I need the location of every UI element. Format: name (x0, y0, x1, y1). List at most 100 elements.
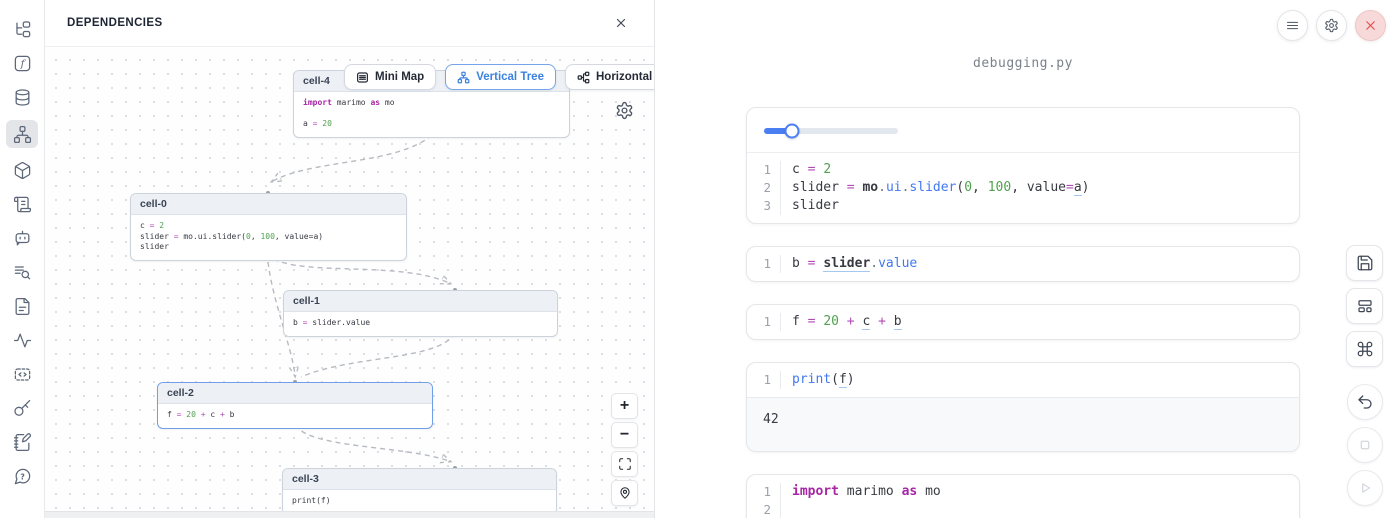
code-line: 2 (747, 501, 1299, 518)
dependencies-icon[interactable] (6, 120, 38, 148)
code-line: 3slider (747, 197, 1299, 215)
zoom-out-button[interactable]: − (611, 422, 638, 448)
gear-icon (1324, 18, 1339, 33)
code-editor[interactable]: 1f = 20 + c + b (747, 305, 1299, 339)
graph-node-code: f = 20 + c + b (158, 404, 432, 428)
undo-button[interactable] (1347, 384, 1383, 420)
code-line: 1print(f) (747, 371, 1299, 389)
save-button[interactable] (1346, 245, 1383, 281)
snippets-icon[interactable] (6, 363, 38, 386)
packages-icon[interactable] (6, 159, 38, 182)
layout-button[interactable] (1346, 288, 1383, 324)
stop-icon (1356, 436, 1374, 454)
file-tree-icon[interactable] (6, 18, 38, 41)
run-button[interactable] (1347, 470, 1383, 506)
keyboard-shortcuts-button[interactable] (1346, 331, 1383, 367)
scroll-icon[interactable] (6, 193, 38, 216)
graph-node-code: b = slider.value (284, 312, 557, 336)
activity-sidebar: f ? (0, 0, 45, 518)
secrets-icon[interactable] (6, 397, 38, 420)
functions-icon[interactable]: f (6, 52, 38, 75)
graph-node-title: cell-0 (131, 194, 406, 215)
vertical-tree-icon (457, 71, 470, 84)
close-panel-button[interactable] (610, 12, 632, 34)
help-icon[interactable]: ? (6, 465, 38, 488)
ai-chat-icon[interactable] (6, 227, 38, 250)
marimo-app: f ? DEPENDENCIES cell-4import (0, 0, 1400, 518)
line-number: 3 (747, 197, 781, 215)
dependency-graph-canvas[interactable]: cell-4import marimo as mo a = 20cell-0c … (45, 47, 654, 511)
close-icon (614, 16, 628, 30)
line-number: 2 (747, 179, 781, 197)
cell-b: 1b = slider.value (746, 246, 1300, 282)
svg-text:f: f (19, 58, 26, 70)
mini-map-button[interactable]: Mini Map (344, 64, 436, 90)
code-line: 1b = slider.value (747, 255, 1299, 273)
graph-node-cell-2[interactable]: cell-2f = 20 + c + b (157, 382, 433, 429)
code-editor[interactable]: 1import marimo as mo2 (747, 475, 1299, 518)
play-icon (1356, 479, 1374, 497)
datasources-icon[interactable] (6, 86, 38, 109)
graph-settings-button[interactable] (615, 101, 635, 121)
vertical-tree-button[interactable]: Vertical Tree (445, 64, 556, 90)
code-text (781, 501, 800, 518)
scratchpad-icon[interactable] (6, 431, 38, 454)
map-pin-icon (618, 486, 632, 500)
slider-handle[interactable] (785, 124, 800, 139)
command-icon (1356, 340, 1374, 358)
zoom-controls: + − (611, 393, 638, 506)
notebook-menu-button[interactable] (1277, 10, 1308, 41)
edge-cell-1-to-cell-2 (301, 333, 455, 377)
tracing-icon[interactable] (6, 329, 38, 352)
horizontal-tree-icon (577, 71, 590, 84)
menu-icon (1285, 18, 1300, 33)
logs-icon[interactable] (6, 261, 38, 284)
notebook-cells: 1c = 22slider = mo.ui.slider(0, 100, val… (746, 107, 1300, 518)
zoom-in-button[interactable]: + (611, 393, 638, 419)
layout-icon (1356, 297, 1374, 315)
line-number: 1 (747, 255, 781, 273)
documentation-icon[interactable] (6, 295, 38, 318)
cell-slider: 1c = 22slider = mo.ui.slider(0, 100, val… (746, 107, 1300, 224)
notebook-side-actions (1346, 245, 1383, 506)
code-line: 2slider = mo.ui.slider(0, 100, value=a) (747, 179, 1299, 197)
center-node-button[interactable] (611, 480, 638, 506)
code-text: slider = mo.ui.slider(0, 100, value=a) (781, 179, 1089, 197)
edge-cell-4-to-cell-0 (273, 135, 432, 181)
code-editor[interactable]: 1b = slider.value (747, 247, 1299, 281)
graph-node-cell-1[interactable]: cell-1b = slider.value (283, 290, 558, 337)
code-line: 1c = 2 (747, 161, 1299, 179)
graph-node-cell-0[interactable]: cell-0c = 2slider = mo.ui.slider(0, 100,… (130, 193, 407, 261)
notebook-filename: debugging.py (746, 56, 1300, 71)
code-text: print(f) (781, 371, 855, 389)
maximize-icon (618, 457, 632, 471)
view-button-label: Vertical Tree (476, 71, 544, 83)
graph-node-title: cell-3 (283, 469, 556, 490)
notebook-settings-button[interactable] (1316, 10, 1347, 41)
view-button-label: Mini Map (375, 71, 424, 83)
gear-icon (615, 101, 634, 120)
horizontal-scrollbar[interactable] (45, 511, 654, 518)
slider-widget[interactable] (764, 128, 898, 134)
code-line: 1f = 20 + c + b (747, 313, 1299, 331)
code-text: slider (781, 197, 839, 215)
line-number: 1 (747, 371, 781, 389)
graph-node-cell-3[interactable]: cell-3print(f) (282, 468, 557, 511)
code-text: import marimo as mo (781, 483, 941, 501)
undo-icon (1356, 393, 1374, 411)
horizontal-tree-button[interactable]: Horizontal Tree (565, 64, 654, 90)
code-text: f = 20 + c + b (781, 313, 902, 331)
svg-text:?: ? (20, 472, 25, 481)
line-number: 1 (747, 161, 781, 179)
code-text: c = 2 (781, 161, 831, 179)
code-editor[interactable]: 1c = 22slider = mo.ui.slider(0, 100, val… (747, 152, 1299, 223)
dependencies-header: DEPENDENCIES (45, 0, 654, 47)
stop-button[interactable] (1347, 427, 1383, 463)
shutdown-button[interactable] (1355, 10, 1386, 41)
code-editor[interactable]: 1print(f) (747, 363, 1299, 397)
dependencies-panel: DEPENDENCIES cell-4import marimo as mo a… (45, 0, 655, 518)
edge-cell-2-to-cell-3 (295, 425, 449, 461)
code-line: 1import marimo as mo (747, 483, 1299, 501)
fit-view-button[interactable] (611, 451, 638, 477)
graph-node-title: cell-2 (158, 383, 432, 404)
